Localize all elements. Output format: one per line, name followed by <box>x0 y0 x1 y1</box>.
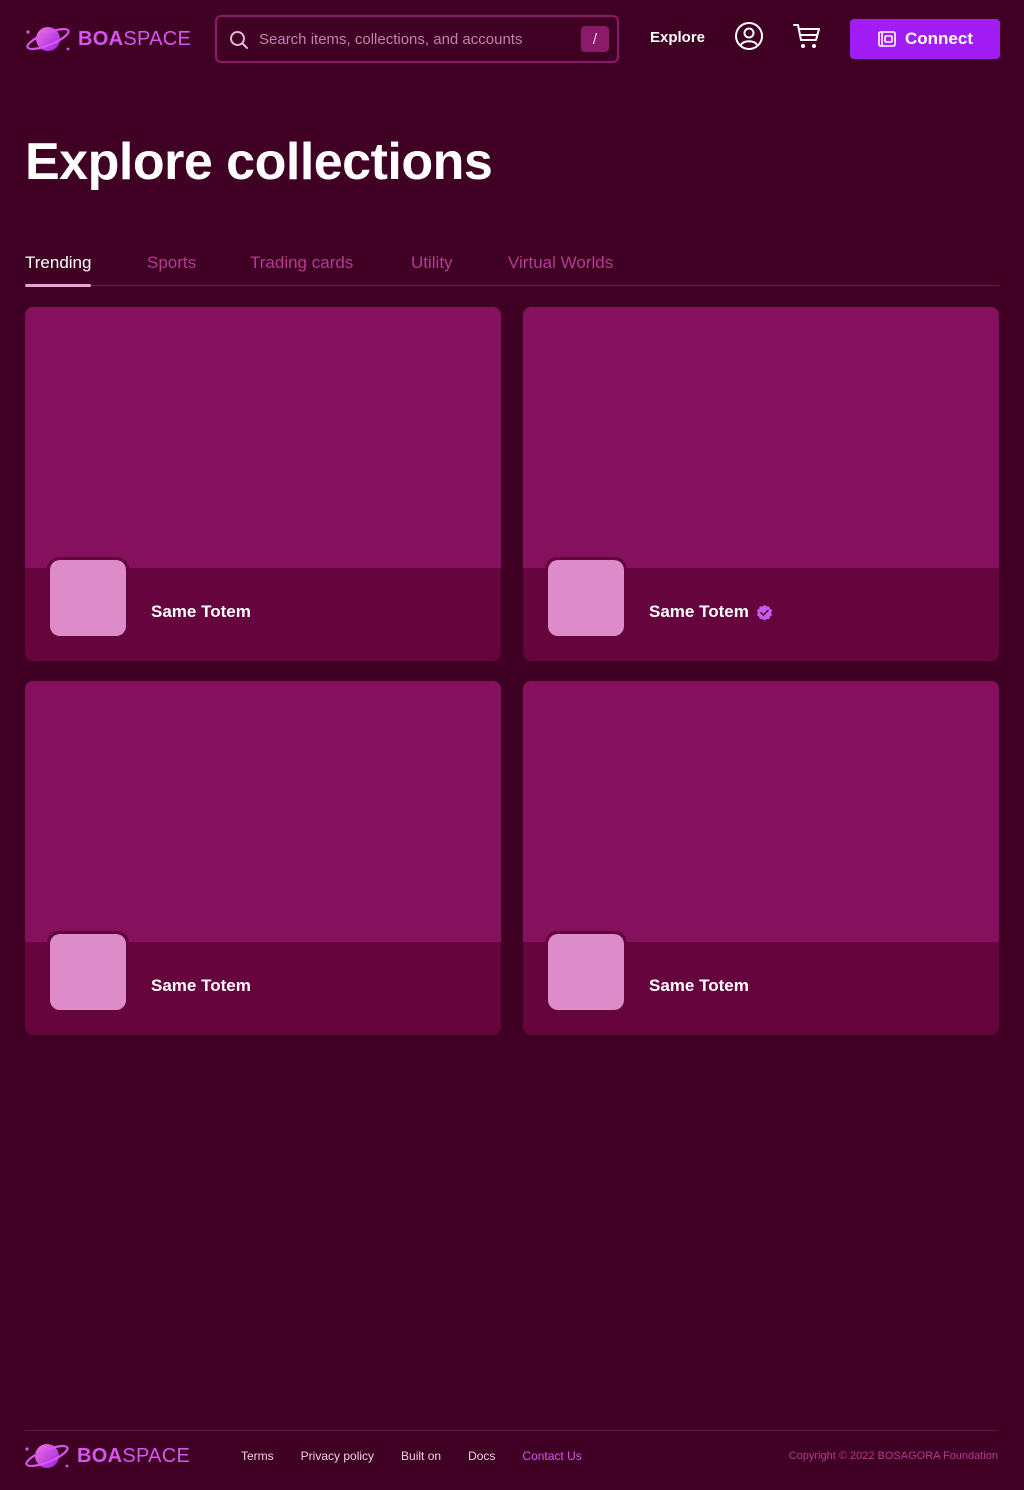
footer-link-privacy[interactable]: Privacy policy <box>301 1449 374 1463</box>
collection-avatar <box>545 557 627 639</box>
collection-card[interactable]: Same Totem <box>523 307 999 661</box>
footer-link-docs[interactable]: Docs <box>468 1449 495 1463</box>
collection-avatar <box>47 557 129 639</box>
collection-avatar <box>47 931 129 1013</box>
brand-logo[interactable]: BOASPACE <box>24 22 191 56</box>
category-tabs: Trending Sports Trading cards Utility Vi… <box>25 250 999 287</box>
tab-trading-cards[interactable]: Trading cards <box>250 253 353 286</box>
planet-logo-icon <box>26 27 70 51</box>
tab-sports[interactable]: Sports <box>147 253 196 286</box>
cart-icon[interactable] <box>792 21 822 51</box>
brand-wordmark: BOASPACE <box>78 27 192 50</box>
collection-card[interactable]: Same Totem <box>25 681 501 1035</box>
page-title: Explore collections <box>25 133 493 191</box>
collection-name: Same Totem <box>151 976 251 995</box>
footer-links: Terms Privacy policy Built on Docs Conta… <box>241 1449 609 1463</box>
collection-banner <box>523 307 999 568</box>
footer-link-contact[interactable]: Contact Us <box>522 1449 581 1463</box>
wallet-icon <box>878 31 896 47</box>
top-header: BOASPACE / Explore Connect <box>0 0 1024 78</box>
search-shortcut-key: / <box>581 26 609 52</box>
user-circle-icon[interactable] <box>734 21 764 51</box>
verified-badge-icon <box>756 604 772 621</box>
connect-wallet-button[interactable]: Connect <box>850 19 1000 59</box>
collection-banner <box>25 307 501 568</box>
connect-label: Connect <box>905 29 973 48</box>
search-icon <box>230 31 248 49</box>
collection-banner <box>523 681 999 942</box>
search-box[interactable]: / <box>215 15 619 63</box>
collection-banner <box>25 681 501 942</box>
collection-card[interactable]: Same Totem <box>523 681 999 1035</box>
collection-name: Same Totem <box>649 602 773 622</box>
collection-name: Same Totem <box>151 602 251 621</box>
footer-link-built-on[interactable]: Built on <box>401 1449 441 1463</box>
collection-card[interactable]: Same Totem <box>25 307 501 661</box>
tab-virtual-worlds[interactable]: Virtual Worlds <box>508 253 613 286</box>
planet-logo-icon <box>25 1444 69 1468</box>
search-input[interactable] <box>259 27 579 51</box>
nav-explore-link[interactable]: Explore <box>650 29 705 46</box>
footer-brand-wordmark: BOASPACE <box>77 1444 191 1467</box>
tab-trending[interactable]: Trending <box>25 253 92 287</box>
footer-brand-logo[interactable]: BOASPACE <box>23 1439 190 1473</box>
copyright-text: Copyright © 2022 BOSAGORA Foundation <box>788 1450 998 1462</box>
page-footer: BOASPACE Terms Privacy policy Built on D… <box>25 1430 998 1490</box>
collection-avatar <box>545 931 627 1013</box>
footer-link-terms[interactable]: Terms <box>241 1449 274 1463</box>
tab-utility[interactable]: Utility <box>411 253 453 286</box>
collection-name: Same Totem <box>649 976 749 995</box>
